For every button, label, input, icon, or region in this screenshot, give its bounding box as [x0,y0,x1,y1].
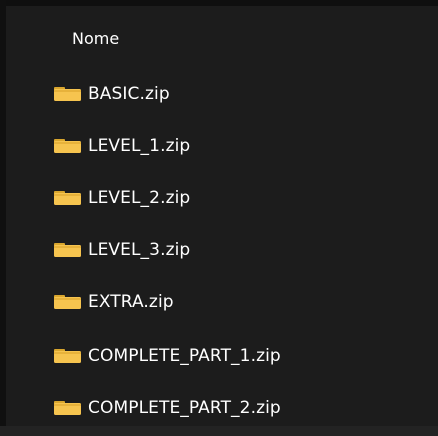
folder-icon [54,295,81,309]
file-row-level-1[interactable]: LEVEL_1.zip [54,131,424,161]
file-row-complete-part-2[interactable]: COMPLETE_PART_2.zip [54,393,424,423]
bottom-edge [0,426,438,436]
file-name: LEVEL_3.zip [88,240,191,260]
file-row-basic[interactable]: BASIC.zip [54,79,424,109]
file-name: LEVEL_2.zip [88,188,191,208]
file-name: LEVEL_1.zip [88,136,191,156]
file-name: COMPLETE_PART_1.zip [88,346,281,366]
file-name: COMPLETE_PART_2.zip [88,398,281,418]
file-explorer-window: Nome BASIC.zip LEVEL_1.zip LEVEL_2.zip L… [0,0,438,436]
folder-icon [54,401,81,415]
folder-icon [54,139,81,153]
folder-icon [54,243,81,257]
file-row-level-3[interactable]: LEVEL_3.zip [54,235,424,265]
file-row-level-2[interactable]: LEVEL_2.zip [54,183,424,213]
file-name: BASIC.zip [88,84,170,104]
file-row-complete-part-1[interactable]: COMPLETE_PART_1.zip [54,341,424,371]
file-name: EXTRA.zip [88,292,174,312]
file-list: Nome BASIC.zip LEVEL_1.zip LEVEL_2.zip L… [0,0,432,426]
folder-icon [54,349,81,363]
folder-icon [54,191,81,205]
file-row-extra[interactable]: EXTRA.zip [54,287,424,317]
column-header-name[interactable]: Nome [72,27,119,51]
folder-icon [54,87,81,101]
